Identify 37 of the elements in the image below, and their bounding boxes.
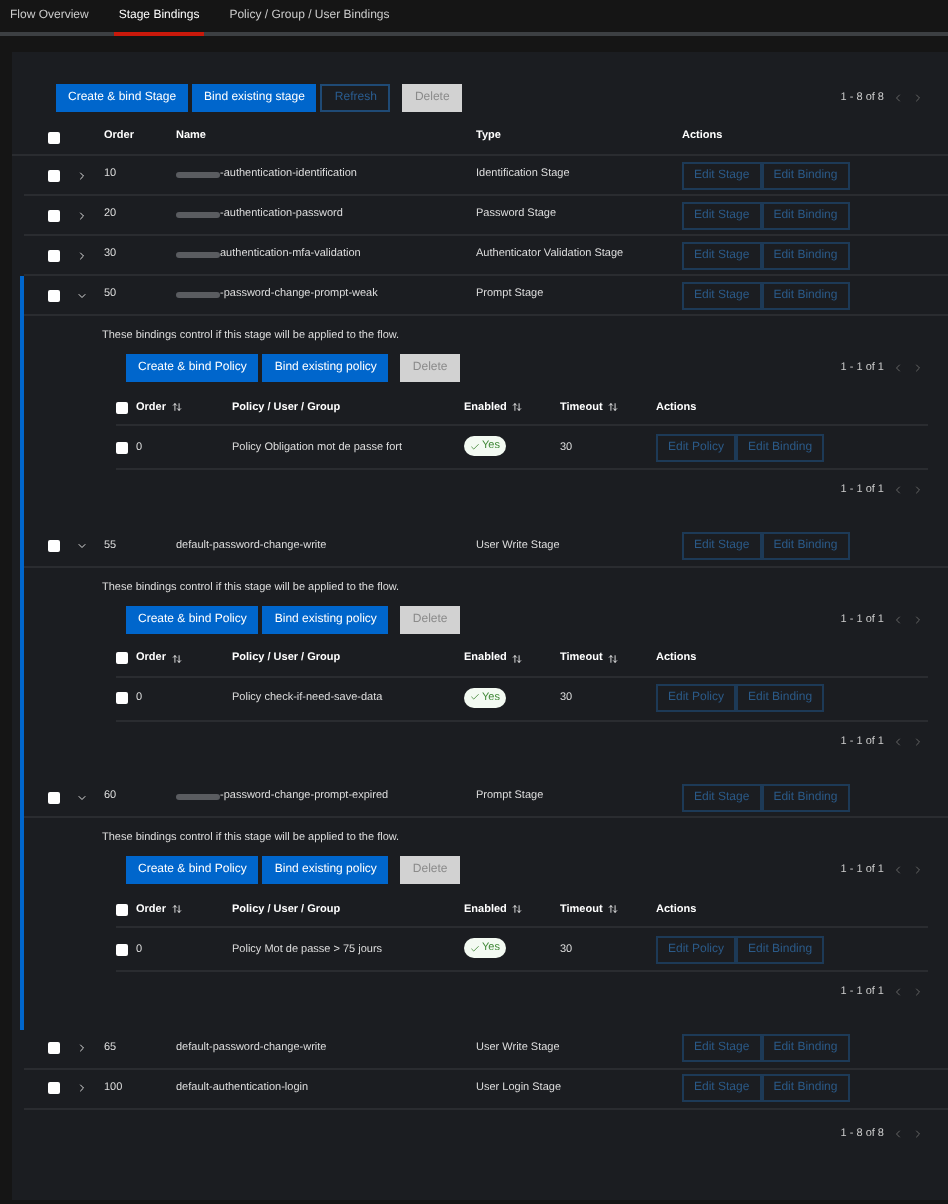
sort-icon[interactable] [608,653,619,664]
sort-icon[interactable] [608,402,619,413]
checkbox[interactable] [116,692,128,705]
expand-toggle-icon[interactable] [76,249,88,261]
expand-toggle-icon[interactable] [76,169,88,181]
checkbox[interactable] [48,209,60,221]
checkbox[interactable] [116,903,128,916]
checkbox[interactable] [48,791,60,803]
checkbox[interactable] [48,289,60,301]
expand-toggle-icon[interactable] [76,1042,88,1054]
checkbox[interactable] [48,1082,60,1094]
expand-toggle-icon[interactable] [76,540,88,552]
checkbox[interactable] [116,441,128,454]
sort-icon[interactable] [512,402,523,413]
checkbox[interactable] [48,131,60,143]
redaction-blur [176,794,220,800]
expand-toggle-icon[interactable] [76,791,88,803]
checkbox[interactable] [48,1042,60,1054]
checkbox[interactable] [116,943,128,956]
sort-icon[interactable] [171,653,182,664]
redaction-blur [176,172,220,178]
redaction-blur [176,212,220,218]
checkbox[interactable] [116,401,128,414]
sort-icon[interactable] [171,904,182,915]
checkbox[interactable] [48,540,60,552]
expand-toggle-icon[interactable] [76,1082,88,1094]
checkbox[interactable] [48,249,60,261]
sort-icon[interactable] [171,402,182,413]
sort-icon[interactable] [608,904,619,915]
redaction-blur [176,292,220,298]
expand-toggle-icon[interactable] [76,289,88,301]
checkbox[interactable] [48,169,60,181]
checkbox[interactable] [116,652,128,665]
sort-icon[interactable] [512,904,523,915]
redaction-blur [176,252,220,258]
expand-toggle-icon[interactable] [76,209,88,221]
sort-icon[interactable] [512,653,523,664]
